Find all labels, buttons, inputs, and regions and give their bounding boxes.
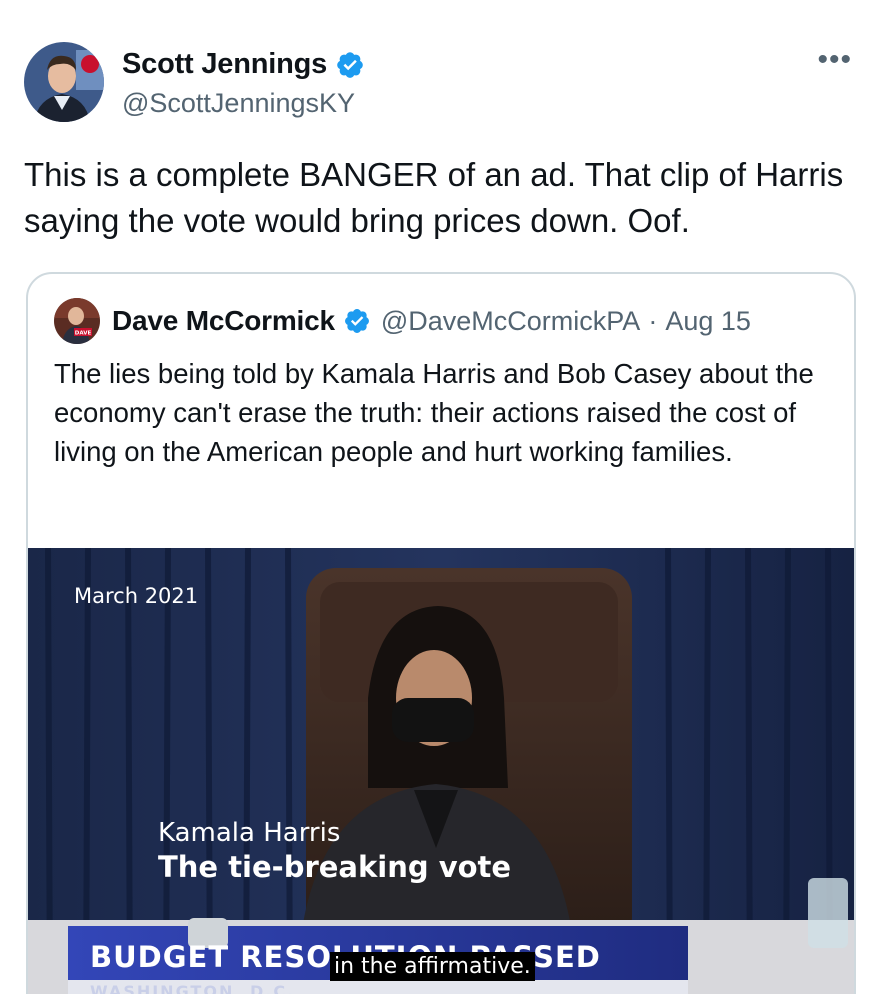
avatar-label: DAVE: [75, 331, 92, 337]
lower-third-title: The tie-breaking vote: [158, 850, 512, 884]
verified-badge-icon: [344, 309, 369, 333]
quoted-author-avatar[interactable]: DAVE: [54, 298, 100, 344]
verified-badge-icon: [337, 51, 363, 78]
video-frame: [28, 548, 854, 994]
more-horizontal-icon[interactable]: •••: [817, 45, 852, 75]
quoted-tweet-date[interactable]: Aug 15: [665, 306, 751, 337]
quoted-author-name[interactable]: Dave McCormick: [112, 305, 335, 337]
quoted-author-handle[interactable]: @DaveMcCormickPA: [381, 306, 640, 337]
author-avatar[interactable]: [24, 42, 104, 122]
lower-third-name: Kamala Harris: [158, 818, 341, 848]
separator-dot: ·: [648, 305, 658, 336]
quoted-video[interactable]: March 2021 Kamala Harris The tie-breakin…: [28, 548, 854, 994]
quoted-tweet[interactable]: DAVE Dave McCormick @DaveMcCormickPA · A…: [26, 272, 856, 994]
tweet-header: Scott Jennings @ScottJenningsKY •••: [24, 42, 856, 126]
author-handle[interactable]: @ScottJenningsKY: [122, 88, 355, 119]
tweet-text: This is a complete BANGER of an ad. That…: [24, 156, 844, 239]
video-date-tag: March 2021: [74, 584, 199, 608]
quoted-tweet-text: The lies being told by Kamala Harris and…: [54, 358, 814, 467]
news-chyron-location: WASHINGTON, D.C.: [90, 982, 296, 994]
author-name[interactable]: Scott Jennings: [122, 48, 327, 81]
video-caption: in the affirmative.: [330, 952, 535, 981]
